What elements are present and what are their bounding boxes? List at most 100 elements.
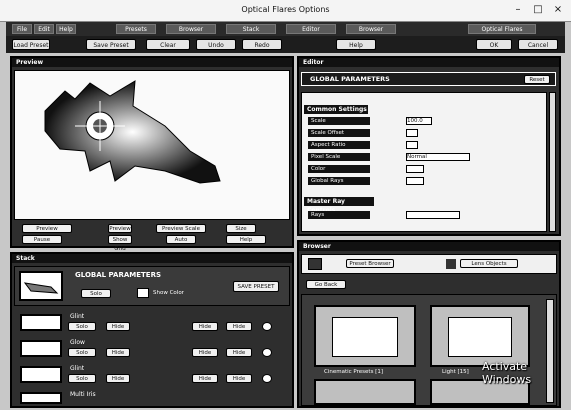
pause-button[interactable]: Pause <box>22 235 62 244</box>
activate-windows-watermark: Activate Windows <box>482 360 532 386</box>
size-button[interactable]: Size <box>226 224 256 233</box>
stack-row-thumbnail <box>20 340 62 357</box>
param-aspect-ratio: Aspect Ratio <box>308 141 370 149</box>
clear-button[interactable]: Clear <box>146 39 190 50</box>
stack-row-action-button[interactable]: Hide <box>192 322 218 331</box>
scale-field[interactable]: 100.0 <box>406 117 432 125</box>
stack-row-action-button[interactable]: Hide <box>192 348 218 357</box>
save-preset-button[interactable]: Save Preset <box>86 39 136 50</box>
menu-edit[interactable]: Edit <box>34 24 54 34</box>
stack-row-hide-button[interactable]: Hide <box>106 348 130 357</box>
param-color: Color <box>308 165 370 173</box>
menu-browser[interactable]: Browser <box>166 24 216 34</box>
redo-button[interactable]: Redo <box>242 39 282 50</box>
help-button[interactable]: Help <box>336 39 376 50</box>
stack-global-header: GLOBAL PARAMETERS Solo Show Color SAVE P… <box>14 266 290 306</box>
editor-scrollbar[interactable] <box>549 92 556 232</box>
stack-row[interactable]: Glow Solo Hide Hide Hide <box>16 338 292 362</box>
folder-icon <box>332 317 398 357</box>
menu-editor[interactable]: Editor <box>286 24 336 34</box>
editor-title: Editor <box>299 58 559 67</box>
scale-offset-checkbox[interactable] <box>406 129 418 137</box>
show-color-checkbox[interactable] <box>137 288 149 298</box>
param-rays: Rays <box>308 211 370 219</box>
preset-folder-thumb[interactable] <box>314 305 416 367</box>
stack-solo-toggle[interactable]: Solo <box>81 289 111 298</box>
param-scale: Scale <box>308 117 370 125</box>
color-swatch[interactable] <box>406 165 424 173</box>
preview-position-button[interactable]: Preview Position <box>108 224 132 241</box>
cancel-button[interactable]: Cancel <box>518 39 558 50</box>
stack-row[interactable]: Multi Iris <box>16 390 292 406</box>
maximize-icon[interactable]: □ <box>530 3 546 17</box>
browser-title: Browser <box>299 242 559 251</box>
browser-tabs: Preset Browser Lens Objects <box>301 254 557 274</box>
editor-global-label: GLOBAL PARAMETERS <box>310 75 390 83</box>
close-icon[interactable]: × <box>550 3 566 17</box>
menu-help[interactable]: Help <box>56 24 76 34</box>
stack-row[interactable]: Glint Solo Hide Hide Hide <box>16 364 292 388</box>
preview-controls: Preview Brightness Pause Preview Positio… <box>14 222 290 252</box>
preset-folder-thumb[interactable] <box>314 379 416 405</box>
stack-row-name: Glow <box>70 339 85 346</box>
editor-reset-button[interactable]: Reset <box>524 75 550 84</box>
menu-presets[interactable]: Presets <box>116 24 156 34</box>
auto-button[interactable]: Auto <box>166 235 196 244</box>
menu-optical-flares[interactable]: Optical Flares <box>468 24 536 34</box>
stack-row-hide-button[interactable]: Hide <box>106 322 130 331</box>
stack-row-color-dot[interactable] <box>262 348 272 357</box>
menu-file[interactable]: File <box>12 24 32 34</box>
preview-canvas[interactable] <box>14 70 290 220</box>
go-back-button[interactable]: Go Back <box>306 280 346 289</box>
minimize-icon[interactable]: – <box>510 3 526 17</box>
menu-browser-2[interactable]: Browser <box>346 24 396 34</box>
stack-row-thumbnail <box>20 366 62 383</box>
show-color-label: Show Color <box>153 290 184 296</box>
stack-row[interactable]: Glint Solo Hide Hide Hide <box>16 312 292 336</box>
preset-browser-icon <box>308 258 322 270</box>
folder-label: Light [15] <box>442 369 469 375</box>
stack-row-action-button[interactable]: Hide <box>192 374 218 383</box>
aspect-ratio-field[interactable] <box>406 141 418 149</box>
stack-row-solo-button[interactable]: Solo <box>68 348 96 357</box>
stack-global-label: GLOBAL PARAMETERS <box>75 271 162 279</box>
ok-button[interactable]: OK <box>476 39 512 50</box>
stack-row-action-button[interactable]: Hide <box>226 348 252 357</box>
stack-row-color-dot[interactable] <box>262 322 272 331</box>
stack-row-name: Glint <box>70 365 85 372</box>
stack-save-preset-button[interactable]: SAVE PRESET <box>233 281 279 292</box>
flare-thumb-icon <box>23 282 59 294</box>
window-title: Optical Flares Options <box>241 5 330 14</box>
browser-scrollbar[interactable] <box>546 299 554 403</box>
global-thumbnail[interactable] <box>19 271 63 301</box>
stack-row-name: Multi Iris <box>70 391 96 398</box>
stack-row-color-dot[interactable] <box>262 374 272 383</box>
title-bar: Optical Flares Options – □ × <box>0 0 571 22</box>
rays-field[interactable] <box>406 211 460 219</box>
stack-row-hide-button[interactable]: Hide <box>106 374 130 383</box>
preview-scale-button[interactable]: Preview Scale <box>156 224 206 233</box>
preset-folder-thumb[interactable] <box>430 305 530 367</box>
preview-brightness-button[interactable]: Preview Brightness <box>22 224 72 241</box>
lens-objects-icon <box>446 259 456 269</box>
preview-help-button[interactable]: Help <box>226 235 266 244</box>
stack-row-thumbnail <box>20 392 62 404</box>
menu-stack[interactable]: Stack <box>226 24 276 34</box>
flare-preview-icon <box>44 80 221 184</box>
editor-global-bar: GLOBAL PARAMETERS Reset <box>301 72 556 86</box>
editor-section-common: Common Settings <box>304 105 368 114</box>
stack-row-action-button[interactable]: Hide <box>226 374 252 383</box>
tab-preset-browser[interactable]: Preset Browser <box>346 259 394 268</box>
tab-lens-objects[interactable]: Lens Objects <box>460 259 518 268</box>
show-grid-button[interactable]: Show Grid <box>108 235 132 252</box>
pixel-scale-dropdown[interactable]: Normal <box>406 153 470 161</box>
global-rays-field[interactable] <box>406 177 424 185</box>
editor-section-master-ray: Master Ray Controls <box>304 197 374 214</box>
load-preset-button[interactable]: Load Preset <box>12 39 50 50</box>
stack-row-solo-button[interactable]: Solo <box>68 374 96 383</box>
param-global-rays: Global Rays <box>308 177 370 185</box>
undo-button[interactable]: Undo <box>196 39 236 50</box>
preview-title: Preview <box>12 58 292 67</box>
stack-row-action-button[interactable]: Hide <box>226 322 252 331</box>
stack-row-solo-button[interactable]: Solo <box>68 322 96 331</box>
